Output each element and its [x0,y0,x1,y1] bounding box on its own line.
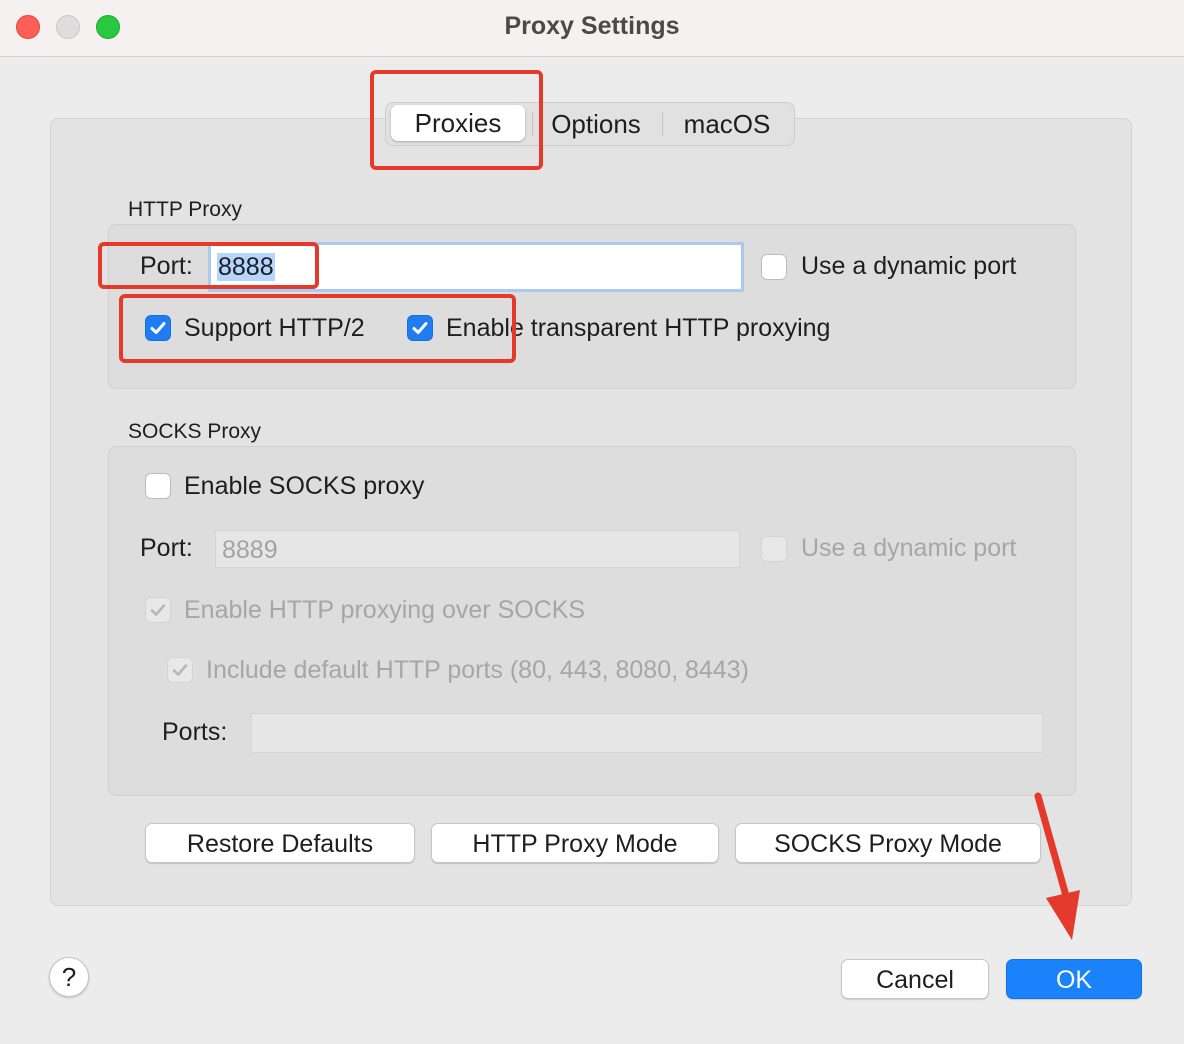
enable-socks-label: Enable SOCKS proxy [184,472,425,500]
http-port-label: Port: [140,252,193,280]
tab-bar: Proxies Options macOS [385,102,795,146]
include-default-ports-checkbox[interactable] [167,657,193,683]
transparent-proxying-checkbox[interactable] [407,315,433,341]
support-http2-label: Support HTTP/2 [184,314,365,342]
include-default-ports-label: Include default HTTP ports (80, 443, 808… [206,656,749,684]
checkmark-icon [150,604,166,616]
tab-divider [662,112,663,136]
socks-port-value: 8889 [222,536,278,564]
restore-defaults-button[interactable]: Restore Defaults [145,823,415,863]
socks-proxy-group-label: SOCKS Proxy [128,420,262,443]
http-proxy-mode-button[interactable]: HTTP Proxy Mode [431,823,719,863]
support-http2-checkbox[interactable] [145,315,171,341]
http-port-input[interactable]: 8888 [208,242,744,292]
socks-dynamic-port-checkbox[interactable] [761,536,787,562]
tab-proxies[interactable]: Proxies [391,105,525,141]
http-dynamic-port-label: Use a dynamic port [801,252,1017,280]
tab-macos[interactable]: macOS [664,103,790,145]
help-button[interactable]: ? [49,957,89,997]
window-title: Proxy Settings [504,12,680,40]
checkmark-icon [412,322,428,334]
title-bar: Proxy Settings [0,0,1184,57]
cancel-button[interactable]: Cancel [841,959,989,999]
tab-options[interactable]: Options [536,103,656,145]
socks-ports-label: Ports: [162,718,228,746]
ok-button[interactable]: OK [1006,959,1142,999]
http-port-value: 8888 [217,253,275,281]
socks-dynamic-port-label: Use a dynamic port [801,534,1017,562]
http-dynamic-port-checkbox[interactable] [761,254,787,280]
http-over-socks-label: Enable HTTP proxying over SOCKS [184,596,586,624]
socks-proxy-mode-button[interactable]: SOCKS Proxy Mode [735,823,1041,863]
http-over-socks-checkbox[interactable] [145,597,171,623]
socks-port-input[interactable]: 8889 [215,530,740,568]
enable-socks-checkbox[interactable] [145,473,171,499]
socks-port-label: Port: [140,534,193,562]
transparent-proxying-label: Enable transparent HTTP proxying [446,314,831,342]
tab-divider [532,112,533,136]
checkmark-icon [172,664,188,676]
socks-ports-input[interactable] [251,713,1043,753]
http-proxy-group-label: HTTP Proxy [128,198,242,221]
checkmark-icon [150,322,166,334]
arrow-annotation-icon [1034,792,1080,940]
